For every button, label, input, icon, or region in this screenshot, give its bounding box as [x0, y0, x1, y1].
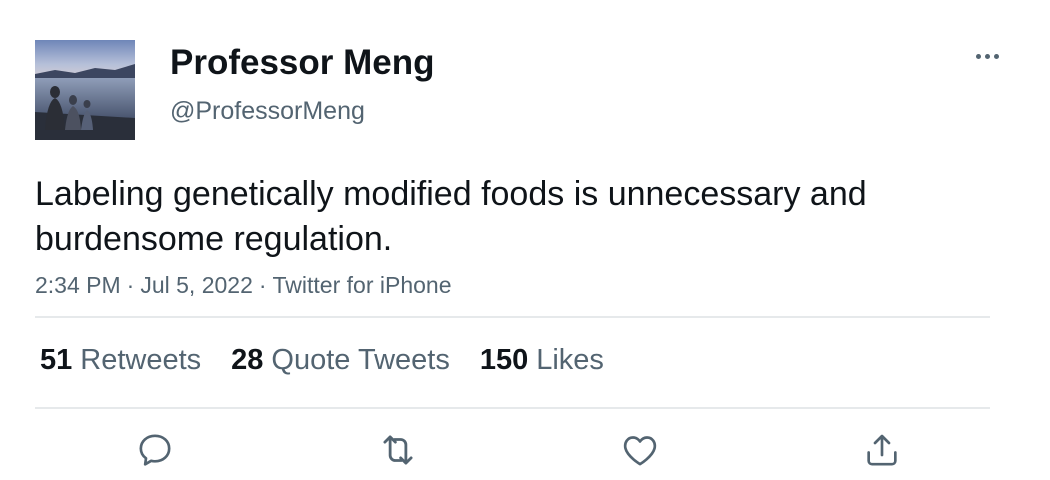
tweet-time[interactable]: 2:34 PM: [35, 272, 121, 298]
tweet-date[interactable]: Jul 5, 2022: [140, 272, 253, 298]
engagement-stats: 51 Retweets 28 Quote Tweets 150 Likes: [40, 342, 604, 378]
share-icon: [867, 434, 897, 466]
quote-tweets-stat[interactable]: 28 Quote Tweets: [231, 342, 450, 378]
meta-separator: ·: [126, 272, 135, 298]
retweets-stat[interactable]: 51 Retweets: [40, 342, 201, 378]
retweet-icon: [383, 435, 413, 465]
quote-tweets-count: 28: [231, 344, 264, 376]
tweet-meta: 2:34 PM · Jul 5, 2022 · Twitter for iPhone: [35, 271, 452, 299]
more-horizontal-icon: [975, 53, 981, 59]
divider: [35, 407, 990, 409]
like-button[interactable]: [618, 428, 662, 472]
tweet-card: Professor Meng @ProfessorMeng Labeling g…: [0, 0, 1050, 480]
share-button[interactable]: [860, 428, 904, 472]
reply-button[interactable]: [133, 428, 177, 472]
more-horizontal-icon: [984, 53, 990, 59]
tweet-text: Labeling genetically modified foods is u…: [35, 175, 867, 258]
more-options-button[interactable]: [972, 46, 1002, 66]
user-handle[interactable]: @ProfessorMeng: [170, 95, 435, 127]
retweets-label: Retweets: [80, 344, 202, 376]
divider: [35, 316, 990, 318]
retweet-button[interactable]: [376, 428, 420, 472]
reply-icon: [139, 434, 171, 466]
avatar[interactable]: [35, 40, 135, 140]
avatar-photo: [35, 40, 135, 140]
likes-label: Likes: [536, 344, 604, 376]
author-info: Professor Meng @ProfessorMeng: [170, 42, 435, 127]
tweet-source[interactable]: Twitter for iPhone: [273, 272, 452, 298]
retweets-count: 51: [40, 344, 73, 376]
action-bar: [0, 428, 1050, 472]
more-horizontal-icon: [993, 53, 999, 59]
display-name[interactable]: Professor Meng: [170, 42, 435, 84]
like-icon: [623, 436, 657, 466]
quote-tweets-label: Quote Tweets: [271, 344, 450, 376]
likes-count: 150: [479, 344, 529, 376]
meta-separator: ·: [258, 272, 267, 298]
likes-stat[interactable]: 150 Likes: [480, 342, 604, 378]
